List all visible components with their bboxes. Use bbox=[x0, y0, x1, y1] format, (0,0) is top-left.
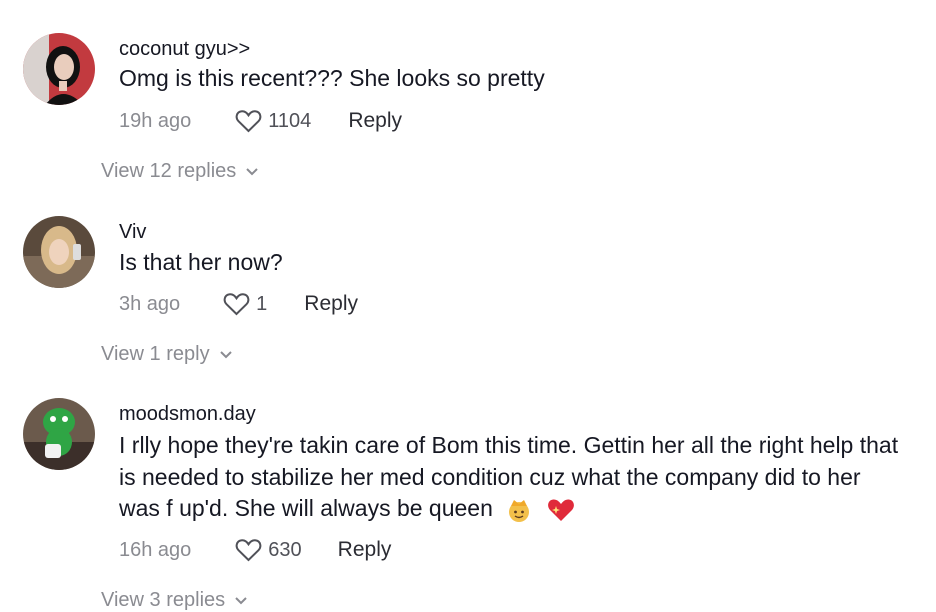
like-button[interactable]: 1 bbox=[223, 292, 267, 316]
comment-meta: 16h ago 630 Reply bbox=[119, 535, 391, 565]
avatar[interactable] bbox=[23, 398, 95, 470]
like-count: 1 bbox=[256, 292, 268, 315]
chevron-down-icon bbox=[246, 167, 258, 175]
comment-text: Omg is this recent??? She looks so prett… bbox=[119, 65, 545, 91]
comment-meta: 3h ago 1 Reply bbox=[119, 289, 358, 319]
view-replies-label: View 12 replies bbox=[101, 160, 237, 182]
comment-time: 16h ago bbox=[119, 538, 192, 561]
comment-time: 19h ago bbox=[119, 109, 192, 132]
like-count: 1104 bbox=[268, 109, 312, 132]
crown-princess-emoji bbox=[509, 499, 530, 522]
chevron-down-icon bbox=[219, 350, 232, 358]
avatar[interactable] bbox=[23, 33, 95, 105]
like-button[interactable]: 1104 bbox=[235, 109, 311, 133]
comment-username[interactable]: Viv bbox=[119, 221, 146, 244]
comment-text: I rlly hope they're takin care of Bom th… bbox=[119, 430, 899, 525]
heart-outline-icon bbox=[235, 110, 262, 133]
avatar-image bbox=[23, 398, 95, 470]
comment-username[interactable]: moodsmon.day bbox=[119, 403, 256, 426]
comment-meta: 19h ago 1104 Reply bbox=[119, 106, 402, 136]
reply-button[interactable]: Reply bbox=[338, 538, 392, 562]
chevron-down-icon bbox=[235, 596, 247, 604]
sparkling-heart-emoji bbox=[547, 499, 574, 521]
view-replies-label: View 3 replies bbox=[101, 589, 226, 611]
comment-time: 3h ago bbox=[119, 292, 181, 315]
view-replies-button[interactable]: View 12 replies bbox=[101, 160, 259, 183]
avatar-image bbox=[23, 33, 95, 105]
comment-username[interactable]: coconut gyu>> bbox=[119, 38, 250, 61]
avatar[interactable] bbox=[23, 216, 95, 288]
view-replies-button[interactable]: View 3 replies bbox=[101, 589, 248, 612]
avatar-image bbox=[23, 216, 95, 288]
reply-button[interactable]: Reply bbox=[304, 292, 358, 316]
chevron-down-icon bbox=[185, 0, 199, 2]
like-button[interactable]: 630 bbox=[235, 538, 302, 562]
view-replies-label: View 1 reply bbox=[101, 343, 210, 365]
reply-button[interactable]: Reply bbox=[348, 109, 402, 133]
view-replies-button[interactable]: View 1 reply bbox=[101, 343, 233, 366]
heart-outline-icon bbox=[223, 293, 250, 316]
comment-text: Is that her now? bbox=[119, 249, 283, 275]
like-count: 630 bbox=[268, 538, 302, 561]
heart-outline-icon bbox=[235, 539, 262, 562]
